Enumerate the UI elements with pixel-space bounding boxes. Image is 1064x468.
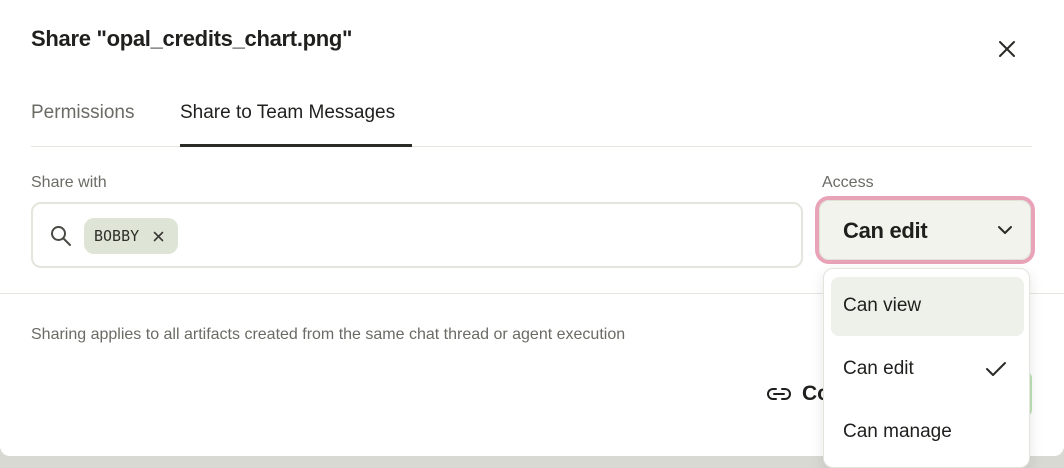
recipient-chip: BOBBY bbox=[84, 218, 179, 254]
access-option-label: Can edit bbox=[843, 358, 914, 379]
tab-bar: Permissions Share to Team Messages bbox=[31, 88, 1032, 147]
access-option-can-view[interactable]: Can view bbox=[831, 277, 1024, 336]
copy-link-button[interactable]: Co bbox=[766, 382, 830, 406]
active-tab-indicator bbox=[180, 144, 412, 147]
link-icon bbox=[767, 388, 791, 400]
share-with-input[interactable]: BOBBY bbox=[31, 202, 803, 268]
share-with-label: Share with bbox=[31, 174, 107, 191]
access-dropdown-menu: Can view Can edit Can manage bbox=[823, 268, 1030, 468]
recipient-chip-label: BOBBY bbox=[94, 227, 140, 245]
close-icon bbox=[999, 41, 1015, 57]
access-option-can-edit[interactable]: Can edit bbox=[831, 340, 1024, 399]
dialog-title: Share "opal_credits_chart.png" bbox=[31, 26, 353, 51]
access-option-can-manage[interactable]: Can manage bbox=[831, 403, 1024, 462]
tab-permissions[interactable]: Permissions bbox=[31, 102, 134, 124]
search-icon bbox=[49, 224, 73, 253]
sharing-note: Sharing applies to all artifacts created… bbox=[31, 326, 626, 343]
check-icon bbox=[986, 362, 1006, 376]
access-selected-value: Can edit bbox=[843, 218, 928, 243]
chevron-down-icon bbox=[998, 226, 1012, 234]
close-button[interactable] bbox=[990, 32, 1024, 66]
remove-recipient-button[interactable] bbox=[153, 231, 164, 242]
access-option-label: Can manage bbox=[843, 421, 952, 442]
access-option-label: Can view bbox=[843, 295, 922, 316]
close-icon bbox=[153, 231, 164, 241]
access-label: Access bbox=[822, 174, 874, 191]
access-select[interactable]: Can edit bbox=[815, 196, 1035, 264]
tab-share-to-team-messages[interactable]: Share to Team Messages bbox=[180, 102, 395, 124]
